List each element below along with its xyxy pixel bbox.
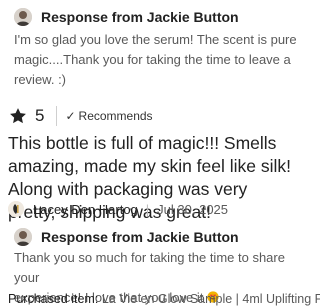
response-text-line: Thank you so much for taking the time to… bbox=[14, 250, 285, 285]
purchased-item-link[interactable]: La Vie en Glow Sample | 4ml Uplifting F.… bbox=[102, 292, 320, 306]
seller-avatar[interactable] bbox=[14, 228, 32, 246]
seller-response-header: Response from Jackie Button bbox=[14, 8, 239, 26]
rating-divider bbox=[56, 106, 58, 126]
seller-avatar[interactable] bbox=[14, 8, 32, 26]
reviewer-separator: | bbox=[145, 201, 150, 217]
rating-value: 5 bbox=[35, 106, 45, 125]
reviewer-name[interactable]: Lacey Den Hartog bbox=[33, 202, 138, 217]
reviewer-avatar[interactable] bbox=[8, 201, 24, 217]
seller-response-header-2: Response from Jackie Button bbox=[14, 228, 239, 246]
check-icon: ✓ bbox=[65, 109, 76, 123]
recommends-label: Recommends bbox=[78, 109, 153, 123]
purchased-label: Purchased item: bbox=[8, 292, 99, 306]
star-icon bbox=[10, 108, 26, 124]
seller-response-text: I'm so glad you love the serum! The scen… bbox=[14, 32, 297, 87]
purchased-item: Purchased item: La Vie en Glow Sample | … bbox=[8, 292, 320, 306]
response-title: Response from Jackie Button bbox=[41, 229, 239, 245]
recommends-badge: ✓ Recommends bbox=[65, 109, 152, 123]
rating-row: 5 ✓ Recommends bbox=[8, 106, 153, 126]
reviewer-info: Lacey Den Hartog | Jul 30, 2025 bbox=[8, 201, 228, 217]
review-date: Jul 30, 2025 bbox=[157, 201, 229, 217]
response-title: Response from Jackie Button bbox=[41, 9, 239, 25]
